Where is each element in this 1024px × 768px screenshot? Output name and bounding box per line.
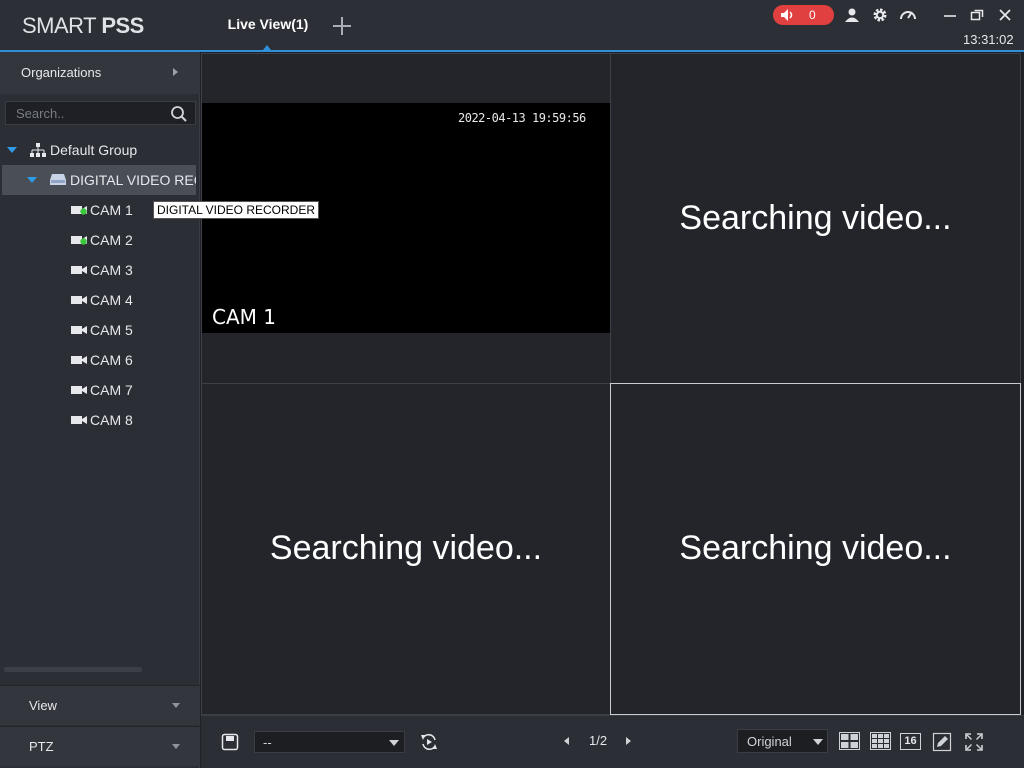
split-16-button[interactable]: 16 [900,733,921,750]
chevron-right-icon [173,68,178,76]
camera-label: CAM 7 [90,382,133,398]
active-tab-indicator [263,45,271,50]
page-indicator: 1/2 [589,733,608,748]
org-tree-icon [30,143,46,157]
camera-icon [71,266,87,274]
next-page-icon[interactable] [626,737,631,745]
live-view-toolbar: -- 1/2 Original 16 [201,715,1024,768]
tree-item-camera[interactable]: CAM 6 [0,345,200,375]
camera-icon [71,386,87,394]
camera-label: CAM 6 [90,352,133,368]
chevron-down-icon [813,739,823,745]
video-window-3[interactable]: Searching video... [201,383,611,715]
view-select[interactable]: -- [254,731,405,753]
expand-caret-icon[interactable] [27,177,37,183]
search-input[interactable] [16,105,161,121]
gauge-icon[interactable] [899,6,917,24]
tree-item-camera[interactable]: CAM 8 [0,405,200,435]
organizations-header[interactable]: Organizations [0,52,200,94]
refresh-cycle-icon[interactable] [419,732,439,752]
close-icon[interactable] [996,6,1014,24]
dvr-device-icon [50,174,66,185]
camera-label: CAM 8 [90,412,133,428]
camera-icon [71,326,87,334]
tree-item-camera[interactable]: CAM 5 [0,315,200,345]
expand-caret-icon[interactable] [7,147,17,153]
camera-online-icon [71,206,87,215]
video-window-2[interactable]: Searching video... [610,53,1021,384]
camera-label: CAM 5 [90,322,133,338]
camera-online-icon [71,236,87,245]
chevron-down-icon [389,740,399,746]
camera-icon [71,296,87,304]
video-grid: 2022-04-13 19:59:56 CAM 1 Searching vide… [201,53,1021,715]
view-panel-header[interactable]: View [0,685,200,725]
device-sidebar: Organizations Default Group [0,52,200,768]
title-bar: SMART PSS Live View(1) 0 13:31:02 [0,0,1024,52]
video-window-4[interactable]: Searching video... [610,383,1021,715]
video-camera-name: CAM 1 [212,305,276,329]
chevron-down-icon [172,744,180,749]
tree-item-camera[interactable]: CAM 4 [0,285,200,315]
restore-icon[interactable] [968,6,986,24]
camera-label: CAM 2 [90,232,133,248]
view-select-value: -- [263,735,272,750]
tree-item-camera[interactable]: CAM 7 [0,375,200,405]
edit-layout-icon[interactable] [932,732,952,752]
group-label: Default Group [50,142,138,158]
device-tooltip: DIGITAL VIDEO RECORDER [153,201,320,219]
ptz-panel-header[interactable]: PTZ [0,726,200,766]
camera-label: CAM 3 [90,262,133,278]
searching-video-text: Searching video... [269,529,543,567]
minimize-icon[interactable] [941,6,959,24]
search-icon[interactable] [170,105,188,123]
gear-icon[interactable] [871,6,889,24]
add-tab-plus-icon[interactable] [331,15,353,37]
alarm-count: 0 [809,8,816,22]
device-search [5,101,196,125]
split-9-icon[interactable] [870,732,891,750]
device-label: DIGITAL VIDEO REC [70,172,196,188]
view-label: View [29,698,57,713]
split-4-icon[interactable] [839,732,860,750]
aspect-ratio-select[interactable]: Original [737,729,828,753]
save-view-icon[interactable] [220,732,240,752]
ptz-label: PTZ [29,739,54,754]
alarm-button[interactable]: 0 [773,5,834,25]
searching-video-text: Searching video... [679,199,952,237]
speaker-icon [781,9,793,21]
camera-label: CAM 1 [90,202,133,218]
tab-live-view[interactable]: Live View(1) [218,16,318,32]
chevron-down-icon [172,703,180,708]
organizations-label: Organizations [21,65,102,80]
tree-item-dvr[interactable]: DIGITAL VIDEO REC [2,165,196,195]
camera-icon [71,416,87,424]
camera-label: CAM 4 [90,292,133,308]
app-logo: SMART PSS [22,13,144,38]
user-icon[interactable] [843,6,861,24]
tree-item-camera[interactable]: CAM 2 [0,225,200,255]
previous-page-icon[interactable] [564,737,569,745]
ratio-select-value: Original [747,734,792,749]
fullscreen-icon[interactable] [964,732,984,752]
camera-icon [71,356,87,364]
searching-video-text: Searching video... [679,529,952,567]
video-timestamp: 2022-04-13 19:59:56 [458,111,586,125]
sidebar-scrollbar[interactable] [4,667,142,672]
tree-item-camera[interactable]: CAM 3 [0,255,200,285]
system-clock: 13:31:02 [963,32,1014,47]
tree-item-default-group[interactable]: Default Group [0,135,200,165]
